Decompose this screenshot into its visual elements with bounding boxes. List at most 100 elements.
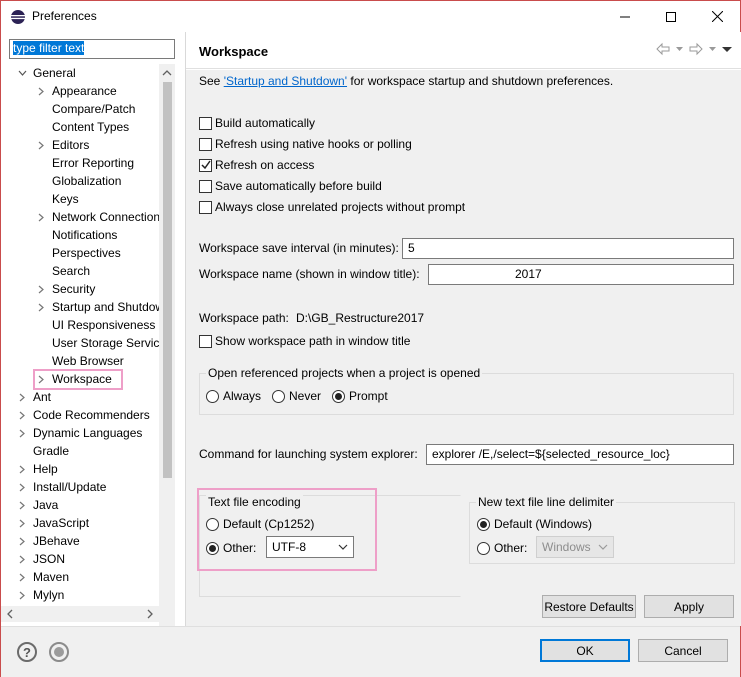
workspace-path-value: D:\GB_Restructure2017 (296, 311, 425, 325)
tree-item-label: Search (52, 264, 91, 278)
back-dropdown-icon[interactable] (675, 42, 684, 56)
collapsed-arrow-icon[interactable] (17, 568, 27, 586)
collapsed-arrow-icon[interactable] (36, 280, 46, 298)
page-title: Workspace (199, 44, 269, 59)
close-button[interactable] (694, 1, 740, 32)
delimiter-other-label: Other: (494, 541, 528, 555)
checkbox-refresh-on-access[interactable]: Refresh on access (199, 156, 314, 174)
delimiter-default-radio[interactable]: Default (Windows) (477, 515, 592, 533)
tree-item-label: Java (33, 498, 59, 512)
checkbox-build-automatically[interactable]: Build automatically (199, 114, 315, 132)
help-icon[interactable]: ? (17, 642, 37, 662)
unchecked-checkbox-icon[interactable] (199, 200, 212, 214)
back-arrow-icon[interactable] (655, 42, 671, 56)
radio-circle[interactable] (272, 389, 285, 403)
record-macro-icon[interactable] (49, 642, 69, 662)
unchecked-checkbox-icon[interactable] (199, 116, 212, 130)
preferences-tree-panel: type filter text General Appearance Compar… (1, 32, 185, 632)
ok-button[interactable]: OK (540, 639, 630, 662)
workspace-name-label: Workspace name (shown in window title): (199, 267, 420, 281)
scroll-right-icon (147, 609, 153, 619)
delimiter-select[interactable]: Windows (536, 536, 614, 558)
delimiter-other-radio[interactable]: Other: (477, 539, 527, 557)
collapsed-arrow-icon[interactable] (17, 586, 27, 604)
checkbox-always-close-unrelated-projects-without-prompt[interactable]: Always close unrelated projects without … (199, 198, 465, 216)
collapsed-arrow-icon[interactable] (17, 532, 27, 550)
tree-scroll-thumb[interactable] (163, 82, 172, 478)
filter-input-text: type filter text (13, 41, 85, 55)
checkbox-save-automatically-before-build[interactable]: Save automatically before build (199, 177, 382, 195)
preference-page: Workspace See 'Startup and Shutdown' for… (186, 32, 741, 626)
page-nav-icons (655, 42, 733, 56)
open-ref-never-radio[interactable]: Never (272, 387, 321, 405)
tree-item-label: User Storage Service (52, 336, 159, 350)
close-icon (711, 11, 723, 22)
collapsed-arrow-icon[interactable] (17, 478, 27, 496)
tree-item-label: Error Reporting (52, 156, 135, 170)
see-prefix: See (199, 74, 224, 88)
collapsed-arrow-icon[interactable] (17, 424, 27, 442)
delimiter-other-radio-circle[interactable] (477, 541, 490, 555)
preferences-tree: General Appearance Compare/Patch Content Ty… (1, 64, 159, 612)
show-path-checkbox[interactable]: Show workspace path in window title (199, 332, 410, 350)
workspace-name-input[interactable]: 2017 (428, 264, 734, 285)
forward-dropdown-icon[interactable] (708, 42, 717, 56)
encoding-highlight-box (197, 488, 377, 571)
tree-horizontal-scrollbar[interactable] (1, 606, 159, 622)
cancel-button[interactable]: Cancel (638, 639, 728, 662)
tree-item-label: Mylyn (33, 588, 65, 602)
tree-item-label: Web Browser (52, 354, 124, 368)
checkbox-label: Always close unrelated projects without … (215, 200, 466, 214)
startup-shutdown-link[interactable]: 'Startup and Shutdown' (224, 74, 347, 88)
checkbox-label: Save automatically before build (215, 179, 382, 193)
workspace-path-label: Workspace path: (199, 311, 289, 325)
collapsed-arrow-icon[interactable] (17, 460, 27, 478)
tree-item-label: Content Types (52, 120, 130, 134)
checkbox-refresh-using-native-hooks-or-polling[interactable]: Refresh using native hooks or polling (199, 135, 412, 153)
open-ref-prompt-radio[interactable]: Prompt (332, 387, 388, 405)
collapsed-arrow-icon[interactable] (17, 388, 27, 406)
radio-circle[interactable] (206, 389, 219, 403)
window-title: Preferences (32, 9, 97, 23)
show-path-checkbox-box[interactable] (199, 334, 212, 348)
collapsed-arrow-icon[interactable] (36, 136, 46, 154)
apply-button[interactable]: Apply (644, 595, 734, 618)
minimize-button[interactable] (602, 1, 648, 32)
save-interval-input[interactable]: 5 (402, 238, 734, 259)
unchecked-checkbox-icon[interactable] (199, 179, 212, 193)
collapsed-arrow-icon[interactable] (36, 298, 46, 316)
maximize-button[interactable] (648, 1, 694, 32)
tree-vertical-scrollbar[interactable] (159, 64, 175, 632)
open-ref-always-radio[interactable]: Always (206, 387, 261, 405)
tree-item-label: JavaScript (33, 516, 90, 530)
unchecked-checkbox-icon[interactable] (199, 137, 212, 151)
tree-item-label: Editors (52, 138, 90, 152)
preferences-window: Preferences type filter text General Appe… (0, 0, 741, 677)
collapsed-arrow-icon[interactable] (36, 208, 46, 226)
tree-item-label: Compare/Patch (52, 102, 136, 116)
forward-arrow-icon[interactable] (688, 42, 704, 56)
restore-defaults-button[interactable]: Restore Defaults (542, 595, 636, 618)
collapsed-arrow-icon[interactable] (17, 406, 27, 424)
collapsed-arrow-icon[interactable] (17, 496, 27, 514)
chevron-down-icon (598, 544, 608, 550)
delimiter-default-radio-circle[interactable] (477, 517, 490, 531)
minimize-icon (620, 16, 630, 17)
checkbox-label: Refresh on access (215, 158, 315, 172)
collapsed-arrow-icon[interactable] (17, 514, 27, 532)
tree-item-label: JBehave (33, 534, 80, 548)
radio-label: Prompt (349, 389, 388, 403)
tree-item-label: Security (52, 282, 96, 296)
collapsed-arrow-icon[interactable] (17, 550, 27, 568)
view-menu-icon[interactable] (721, 42, 733, 56)
system-explorer-input[interactable]: explorer /E,/select=${selected_resource_… (426, 444, 734, 465)
tree-item-label: Help (33, 462, 58, 476)
tree-item-label: General (33, 66, 76, 80)
radio-circle[interactable] (332, 389, 345, 403)
checked-checkbox-icon[interactable] (199, 158, 212, 172)
collapsed-arrow-icon[interactable] (36, 82, 46, 100)
tree-item-label: Ant (33, 390, 52, 404)
expanded-arrow-icon[interactable] (17, 64, 27, 82)
filter-input[interactable]: type filter text (9, 39, 175, 59)
workspace-highlight-box (33, 369, 123, 390)
